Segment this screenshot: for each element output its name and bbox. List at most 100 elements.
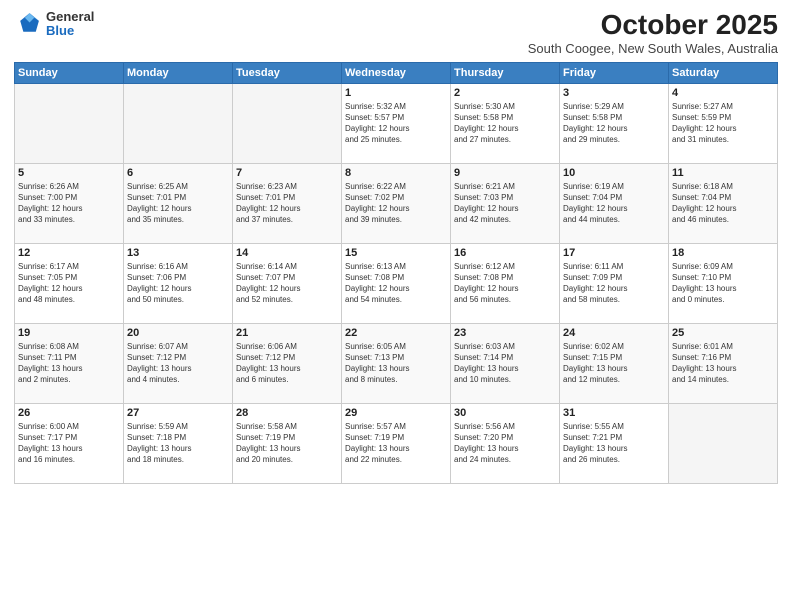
day-number: 1 xyxy=(345,87,447,99)
calendar-cell: 1 Sunrise: 5:32 AM Sunset: 5:57 PM Daylig… xyxy=(342,83,451,163)
day-info: Sunrise: 6:23 AM Sunset: 7:01 PM Dayligh… xyxy=(236,181,338,226)
day-number: 13 xyxy=(127,247,229,259)
calendar-cell: 23 Sunrise: 6:03 AM Sunset: 7:14 PM Dayli… xyxy=(451,323,560,403)
calendar-cell: 21 Sunrise: 6:06 AM Sunset: 7:12 PM Dayli… xyxy=(233,323,342,403)
calendar-cell: 16 Sunrise: 6:12 AM Sunset: 7:08 PM Dayli… xyxy=(451,243,560,323)
calendar-cell: 30 Sunrise: 5:56 AM Sunset: 7:20 PM Dayli… xyxy=(451,403,560,483)
day-number: 23 xyxy=(454,327,556,339)
calendar-cell xyxy=(669,403,778,483)
calendar-cell: 10 Sunrise: 6:19 AM Sunset: 7:04 PM Dayli… xyxy=(560,163,669,243)
header: General Blue October 2025 South Coogee, … xyxy=(14,10,778,56)
day-info: Sunrise: 6:19 AM Sunset: 7:04 PM Dayligh… xyxy=(563,181,665,226)
day-number: 14 xyxy=(236,247,338,259)
day-number: 7 xyxy=(236,167,338,179)
calendar-cell: 15Sunrise: 6:13 AM Sunset: 7:08 PM Dayli… xyxy=(342,243,451,323)
calendar-cell: 8 Sunrise: 6:22 AM Sunset: 7:02 PM Daylig… xyxy=(342,163,451,243)
day-number: 22 xyxy=(345,327,447,339)
col-saturday: Saturday xyxy=(669,62,778,83)
day-info: Sunrise: 5:29 AM Sunset: 5:58 PM Dayligh… xyxy=(563,101,665,146)
day-number: 4 xyxy=(672,87,774,99)
calendar-header-row: Sunday Monday Tuesday Wednesday Thursday… xyxy=(15,62,778,83)
day-number: 24 xyxy=(563,327,665,339)
logo-general-text: General xyxy=(46,10,94,24)
day-info: Sunrise: 6:11 AM Sunset: 7:09 PM Dayligh… xyxy=(563,261,665,306)
calendar-cell xyxy=(15,83,124,163)
logo: General Blue xyxy=(14,10,94,39)
calendar-cell: 24 Sunrise: 6:02 AM Sunset: 7:15 PM Dayli… xyxy=(560,323,669,403)
calendar-table: Sunday Monday Tuesday Wednesday Thursday… xyxy=(14,62,778,484)
day-number: 19 xyxy=(18,327,120,339)
day-info: Sunrise: 6:17 AM Sunset: 7:05 PM Dayligh… xyxy=(18,261,120,306)
day-number: 8 xyxy=(345,167,447,179)
day-number: 18 xyxy=(672,247,774,259)
day-info: Sunrise: 6:13 AM Sunset: 7:08 PM Dayligh… xyxy=(345,261,447,306)
col-sunday: Sunday xyxy=(15,62,124,83)
calendar-cell: 4 Sunrise: 5:27 AM Sunset: 5:59 PM Daylig… xyxy=(669,83,778,163)
calendar-cell: 13Sunrise: 6:16 AM Sunset: 7:06 PM Dayli… xyxy=(124,243,233,323)
day-info: Sunrise: 6:03 AM Sunset: 7:14 PM Dayligh… xyxy=(454,341,556,386)
day-number: 25 xyxy=(672,327,774,339)
day-info: Sunrise: 6:12 AM Sunset: 7:08 PM Dayligh… xyxy=(454,261,556,306)
day-number: 20 xyxy=(127,327,229,339)
day-info: Sunrise: 5:56 AM Sunset: 7:20 PM Dayligh… xyxy=(454,421,556,466)
calendar-cell: 18Sunrise: 6:09 AM Sunset: 7:10 PM Dayli… xyxy=(669,243,778,323)
day-info: Sunrise: 6:25 AM Sunset: 7:01 PM Dayligh… xyxy=(127,181,229,226)
day-info: Sunrise: 6:08 AM Sunset: 7:11 PM Dayligh… xyxy=(18,341,120,386)
calendar-cell: 29Sunrise: 5:57 AM Sunset: 7:19 PM Dayli… xyxy=(342,403,451,483)
day-number: 27 xyxy=(127,407,229,419)
calendar-cell xyxy=(233,83,342,163)
calendar-cell: 14 Sunrise: 6:14 AM Sunset: 7:07 PM Dayli… xyxy=(233,243,342,323)
title-block: October 2025 South Coogee, New South Wal… xyxy=(528,10,778,56)
calendar-cell: 25 Sunrise: 6:01 AM Sunset: 7:16 PM Dayli… xyxy=(669,323,778,403)
day-info: Sunrise: 5:30 AM Sunset: 5:58 PM Dayligh… xyxy=(454,101,556,146)
day-info: Sunrise: 6:21 AM Sunset: 7:03 PM Dayligh… xyxy=(454,181,556,226)
calendar-cell: 20 Sunrise: 6:07 AM Sunset: 7:12 PM Dayli… xyxy=(124,323,233,403)
day-info: Sunrise: 6:18 AM Sunset: 7:04 PM Dayligh… xyxy=(672,181,774,226)
day-number: 9 xyxy=(454,167,556,179)
day-info: Sunrise: 6:05 AM Sunset: 7:13 PM Dayligh… xyxy=(345,341,447,386)
day-number: 21 xyxy=(236,327,338,339)
calendar-cell: 9 Sunrise: 6:21 AM Sunset: 7:03 PM Daylig… xyxy=(451,163,560,243)
logo-icon xyxy=(14,10,42,38)
day-number: 3 xyxy=(563,87,665,99)
day-number: 2 xyxy=(454,87,556,99)
calendar-cell: 3 Sunrise: 5:29 AM Sunset: 5:58 PM Daylig… xyxy=(560,83,669,163)
calendar-cell: 31Sunrise: 5:55 AM Sunset: 7:21 PM Dayli… xyxy=(560,403,669,483)
col-thursday: Thursday xyxy=(451,62,560,83)
calendar-week-row-0: 1 Sunrise: 5:32 AM Sunset: 5:57 PM Daylig… xyxy=(15,83,778,163)
location-subtitle: South Coogee, New South Wales, Australia xyxy=(528,41,778,56)
day-info: Sunrise: 6:02 AM Sunset: 7:15 PM Dayligh… xyxy=(563,341,665,386)
day-info: Sunrise: 6:22 AM Sunset: 7:02 PM Dayligh… xyxy=(345,181,447,226)
calendar-week-row-4: 26Sunrise: 6:00 AM Sunset: 7:17 PM Dayli… xyxy=(15,403,778,483)
day-info: Sunrise: 6:14 AM Sunset: 7:07 PM Dayligh… xyxy=(236,261,338,306)
calendar-week-row-3: 19 Sunrise: 6:08 AM Sunset: 7:11 PM Dayli… xyxy=(15,323,778,403)
day-info: Sunrise: 6:06 AM Sunset: 7:12 PM Dayligh… xyxy=(236,341,338,386)
calendar-cell: 5 Sunrise: 6:26 AM Sunset: 7:00 PM Daylig… xyxy=(15,163,124,243)
col-monday: Monday xyxy=(124,62,233,83)
day-info: Sunrise: 6:00 AM Sunset: 7:17 PM Dayligh… xyxy=(18,421,120,466)
day-number: 6 xyxy=(127,167,229,179)
calendar-cell: 7 Sunrise: 6:23 AM Sunset: 7:01 PM Daylig… xyxy=(233,163,342,243)
calendar-cell: 19 Sunrise: 6:08 AM Sunset: 7:11 PM Dayli… xyxy=(15,323,124,403)
day-number: 30 xyxy=(454,407,556,419)
day-number: 11 xyxy=(672,167,774,179)
calendar-cell: 26Sunrise: 6:00 AM Sunset: 7:17 PM Dayli… xyxy=(15,403,124,483)
day-number: 16 xyxy=(454,247,556,259)
day-info: Sunrise: 6:26 AM Sunset: 7:00 PM Dayligh… xyxy=(18,181,120,226)
calendar-cell: 22 Sunrise: 6:05 AM Sunset: 7:13 PM Dayli… xyxy=(342,323,451,403)
day-info: Sunrise: 5:59 AM Sunset: 7:18 PM Dayligh… xyxy=(127,421,229,466)
day-number: 28 xyxy=(236,407,338,419)
calendar-cell: 17Sunrise: 6:11 AM Sunset: 7:09 PM Dayli… xyxy=(560,243,669,323)
day-info: Sunrise: 6:01 AM Sunset: 7:16 PM Dayligh… xyxy=(672,341,774,386)
calendar-cell: 28Sunrise: 5:58 AM Sunset: 7:19 PM Dayli… xyxy=(233,403,342,483)
calendar-week-row-2: 12Sunrise: 6:17 AM Sunset: 7:05 PM Dayli… xyxy=(15,243,778,323)
day-number: 29 xyxy=(345,407,447,419)
calendar-cell: 12Sunrise: 6:17 AM Sunset: 7:05 PM Dayli… xyxy=(15,243,124,323)
day-info: Sunrise: 5:32 AM Sunset: 5:57 PM Dayligh… xyxy=(345,101,447,146)
day-number: 31 xyxy=(563,407,665,419)
day-number: 10 xyxy=(563,167,665,179)
day-info: Sunrise: 5:27 AM Sunset: 5:59 PM Dayligh… xyxy=(672,101,774,146)
day-number: 5 xyxy=(18,167,120,179)
col-tuesday: Tuesday xyxy=(233,62,342,83)
day-info: Sunrise: 6:07 AM Sunset: 7:12 PM Dayligh… xyxy=(127,341,229,386)
